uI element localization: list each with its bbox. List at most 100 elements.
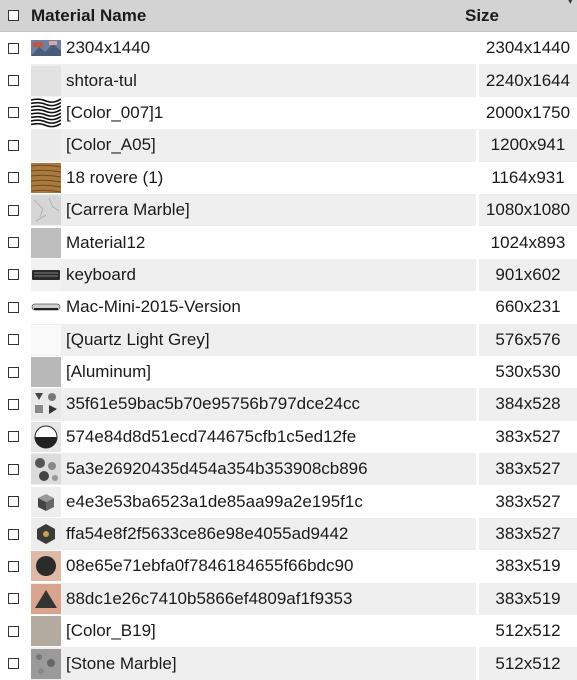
row-checkbox[interactable] xyxy=(8,75,19,87)
material-name: [Carrera Marble] xyxy=(66,200,190,220)
column-header-size[interactable]: Size ▾ xyxy=(456,0,577,26)
table-row[interactable]: 18 rovere (1) 1164x931 xyxy=(0,162,577,194)
material-name: 35f61e59bac5b70e95756b797dce24cc xyxy=(66,394,360,414)
material-name: keyboard xyxy=(66,264,136,284)
material-name-cell[interactable]: [Carrera Marble] xyxy=(31,193,476,227)
material-name: 18 rovere (1) xyxy=(66,167,164,187)
row-checkbox[interactable] xyxy=(8,658,19,670)
material-name-cell[interactable]: 35f61e59bac5b70e95756b797dce24cc xyxy=(31,388,476,421)
material-size: 383x527 xyxy=(495,491,561,511)
row-checkbox[interactable] xyxy=(8,139,19,151)
cube-thumbnail xyxy=(31,486,61,517)
table-row[interactable]: 35f61e59bac5b70e95756b797dce24cc 384x528 xyxy=(0,388,577,421)
table-row[interactable]: Mac-Mini-2015-Version 660x231 xyxy=(0,291,577,323)
aluminum-thumbnail xyxy=(31,357,61,388)
table-row[interactable]: 5a3e26920435d454a354b353908cb896 383x527 xyxy=(0,453,577,486)
white-thumbnail xyxy=(31,324,61,355)
material-size: 383x519 xyxy=(479,582,577,616)
half-circle-thumbnail xyxy=(31,421,61,452)
marble-thumbnail xyxy=(31,195,61,226)
table-row[interactable]: 574e84d8d51ecd744675cfb1c5ed12fe 383x527 xyxy=(0,421,577,453)
material-name-cell[interactable]: [Aluminum] xyxy=(31,356,476,388)
material-name: 2304x1440 xyxy=(66,38,151,58)
material-name: [Quartz Light Grey] xyxy=(66,329,210,349)
material-name-cell[interactable]: Material12 xyxy=(31,226,476,258)
table-row[interactable]: ffa54e8f2f5633ce86e98e4055ad9442 383x527 xyxy=(0,517,577,551)
material-name-cell[interactable]: e4e3e53ba6523a1de85aa99a2e195f1c xyxy=(31,485,476,517)
material-size: 383x527 xyxy=(479,517,577,551)
row-checkbox[interactable] xyxy=(8,560,19,572)
table-row[interactable]: [Color_B19] 512x512 xyxy=(0,615,577,647)
table-header: Material Name Size ▾ xyxy=(0,0,577,32)
material-name-cell[interactable]: [Stone Marble] xyxy=(31,647,476,680)
row-checkbox[interactable] xyxy=(8,172,19,184)
row-checkbox[interactable] xyxy=(8,107,19,119)
row-checkbox[interactable] xyxy=(8,366,19,378)
column-header-material-name[interactable]: Material Name xyxy=(31,6,456,26)
material-size: 1164x931 xyxy=(491,167,565,187)
table-row[interactable]: keyboard 901x602 xyxy=(0,258,577,292)
row-checkbox[interactable] xyxy=(8,528,19,540)
material-size: 383x527 xyxy=(479,453,577,486)
material-name-cell[interactable]: 08e65e71ebfa0f7846184655f66bdc90 xyxy=(31,550,476,582)
row-checkbox[interactable] xyxy=(8,496,19,508)
table-row[interactable]: 2304x1440 2304x1440 xyxy=(0,32,577,64)
table-row[interactable]: [Quartz Light Grey] 576x576 xyxy=(0,323,577,356)
row-checkbox[interactable] xyxy=(8,42,19,54)
gray-thumbnail xyxy=(31,227,61,258)
row-checkbox[interactable] xyxy=(8,204,19,216)
material-size: 530x530 xyxy=(495,362,561,382)
table-row[interactable]: Material12 1024x893 xyxy=(0,226,577,258)
select-all-checkbox[interactable] xyxy=(8,10,19,21)
material-name-cell[interactable]: keyboard xyxy=(31,258,476,292)
material-name-cell[interactable]: 88dc1e26c7410b5866ef4809af1f9353 xyxy=(31,582,476,616)
material-name-cell[interactable]: 18 rovere (1) xyxy=(31,162,476,194)
material-name: [Color_A05] xyxy=(66,135,156,155)
material-name: shtora-tul xyxy=(66,70,137,90)
material-size: 383x519 xyxy=(495,556,561,576)
material-size: 512x512 xyxy=(479,647,577,680)
material-name-cell[interactable]: [Quartz Light Grey] xyxy=(31,323,476,356)
material-size: 384x528 xyxy=(479,388,577,421)
row-checkbox[interactable] xyxy=(8,269,19,281)
row-checkbox[interactable] xyxy=(8,237,19,249)
table-row[interactable]: [Carrera Marble] 1080x1080 xyxy=(0,193,577,227)
table-row[interactable]: 08e65e71ebfa0f7846184655f66bdc90 383x519 xyxy=(0,550,577,582)
material-size: 1024x893 xyxy=(490,232,566,252)
table-row[interactable]: [Color_A05] 1200x941 xyxy=(0,129,577,162)
material-name: [Color_007]1 xyxy=(66,102,164,122)
table-row[interactable]: shtora-tul 2240x1644 xyxy=(0,64,577,97)
triangle-thumbnail xyxy=(31,583,61,614)
keyboard-thumbnail xyxy=(31,259,61,290)
table-row[interactable]: [Stone Marble] 512x512 xyxy=(0,647,577,680)
row-checkbox[interactable] xyxy=(8,334,19,346)
row-checkbox[interactable] xyxy=(8,625,19,637)
material-name-cell[interactable]: [Color_007]1 xyxy=(31,97,476,129)
row-checkbox[interactable] xyxy=(8,463,19,475)
material-name-cell[interactable]: ffa54e8f2f5633ce86e98e4055ad9442 xyxy=(31,517,476,551)
material-name: 08e65e71ebfa0f7846184655f66bdc90 xyxy=(66,556,354,576)
material-name: [Color_B19] xyxy=(66,621,156,641)
material-name-cell[interactable]: 2304x1440 xyxy=(31,32,476,64)
row-checkbox[interactable] xyxy=(8,301,19,313)
material-name-cell[interactable]: shtora-tul xyxy=(31,64,476,97)
sort-arrow-icon[interactable]: ▾ xyxy=(567,0,573,7)
table-row[interactable]: [Aluminum] 530x530 xyxy=(0,356,577,388)
row-checkbox[interactable] xyxy=(8,593,19,605)
material-name-cell[interactable]: Mac-Mini-2015-Version xyxy=(31,291,476,323)
stone-thumbnail xyxy=(31,648,61,679)
material-name-cell[interactable]: 5a3e26920435d454a354b353908cb896 xyxy=(31,453,476,486)
table-row[interactable]: e4e3e53ba6523a1de85aa99a2e195f1c 383x527 xyxy=(0,485,577,517)
material-name: ffa54e8f2f5633ce86e98e4055ad9442 xyxy=(66,524,349,544)
table-row[interactable]: [Color_007]1 2000x1750 xyxy=(0,97,577,129)
column-header-size-label: Size xyxy=(465,5,500,25)
material-name: Material12 xyxy=(66,232,146,252)
row-checkbox[interactable] xyxy=(8,431,19,443)
material-name: 574e84d8d51ecd744675cfb1c5ed12fe xyxy=(66,426,357,446)
light-gray-thumbnail xyxy=(31,65,61,96)
table-row[interactable]: 88dc1e26c7410b5866ef4809af1f9353 383x519 xyxy=(0,582,577,616)
material-name-cell[interactable]: [Color_B19] xyxy=(31,615,476,647)
material-name-cell[interactable]: [Color_A05] xyxy=(31,129,476,162)
material-name-cell[interactable]: 574e84d8d51ecd744675cfb1c5ed12fe xyxy=(31,421,476,453)
row-checkbox[interactable] xyxy=(8,398,19,410)
